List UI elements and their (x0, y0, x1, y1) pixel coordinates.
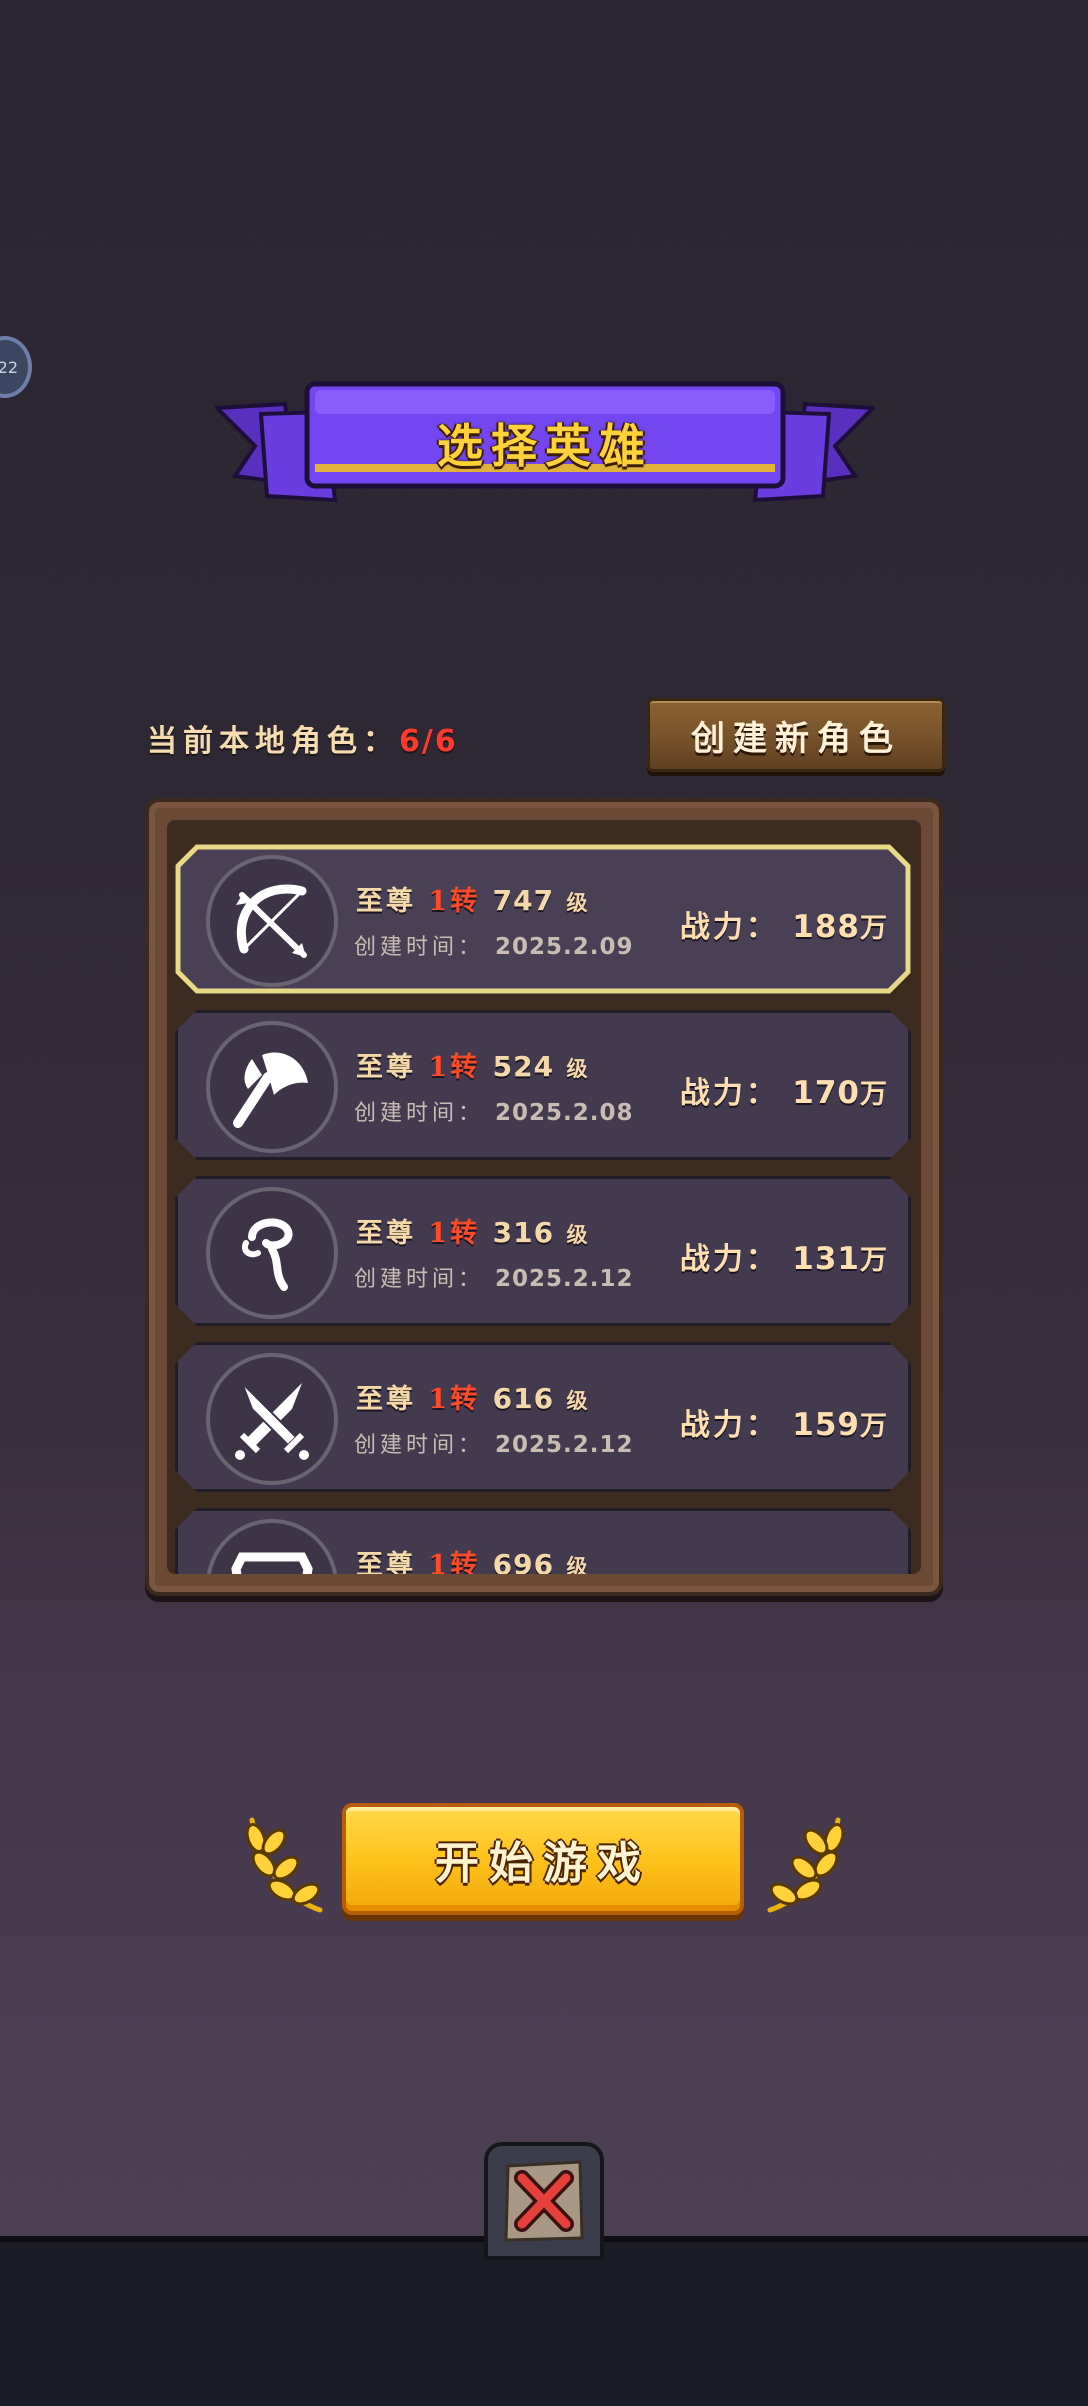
role-title: 至尊 1转 616 级 (356, 1382, 591, 1415)
role-created-time: 创建时间： 2025.2.08 (354, 1100, 634, 1126)
role-card[interactable]: 至尊 1转 616 级 创建时间： 2025.2.12 战力： 159万 (175, 1342, 911, 1492)
title-banner: 选择英雄 (215, 376, 875, 516)
role-title: 至尊 1转 747 级 (356, 884, 591, 917)
role-card[interactable]: 至尊 1转 524 级 创建时间： 2025.2.08 战力： 170万 (175, 1010, 911, 1160)
role-power: 战力： 170万 (679, 1075, 890, 1111)
role-power: 战力： 159万 (679, 1407, 890, 1443)
laurel-right-icon (767, 1817, 845, 1913)
role-card[interactable]: 至尊 1转 747 级 创建时间： 2025.2.09 战力： 188万 (175, 844, 911, 994)
role-card[interactable]: 至尊 1转 316 级 创建时间： 2025.2.12 战力： 131万 (175, 1176, 911, 1326)
role-card[interactable]: 至尊 1转 696 级 (175, 1508, 911, 1574)
local-roles-label: 当前本地角色：6/6 (147, 716, 458, 760)
role-created-time: 创建时间： 2025.2.12 (354, 1432, 634, 1458)
bow-icon (206, 855, 338, 987)
role-created-time: 创建时间： 2025.2.12 (354, 1266, 634, 1292)
role-title: 至尊 1转 696 级 (356, 1548, 591, 1574)
local-roles-count: 6/6 (399, 724, 458, 759)
local-roles-text: 当前本地角色： (147, 724, 399, 759)
role-power: 战力： 188万 (679, 909, 890, 945)
axe-icon (206, 1021, 338, 1153)
role-list-panel: 至尊 1转 747 级 创建时间： 2025.2.09 战力： 188万 至尊 … (145, 798, 943, 1596)
close-button[interactable] (484, 2142, 604, 2260)
start-game-button[interactable]: 开始游戏 (342, 1803, 744, 1915)
bottom-bar (0, 2236, 1088, 2406)
page-title: 选择英雄 (437, 419, 653, 473)
staff-icon (206, 1187, 338, 1319)
crossed-swords-icon (206, 1353, 338, 1485)
role-list[interactable]: 至尊 1转 747 级 创建时间： 2025.2.09 战力： 188万 至尊 … (167, 820, 921, 1574)
create-role-button[interactable]: 创建新角色 (647, 698, 945, 772)
shield-icon (206, 1519, 338, 1574)
role-title: 至尊 1转 524 级 (356, 1050, 591, 1083)
close-icon (504, 2160, 584, 2242)
floating-side-button[interactable]: 22 (0, 336, 32, 398)
laurel-left-icon (245, 1817, 323, 1913)
role-created-time: 创建时间： 2025.2.09 (354, 934, 634, 960)
role-power: 战力： 131万 (679, 1241, 890, 1277)
role-title: 至尊 1转 316 级 (356, 1216, 591, 1249)
